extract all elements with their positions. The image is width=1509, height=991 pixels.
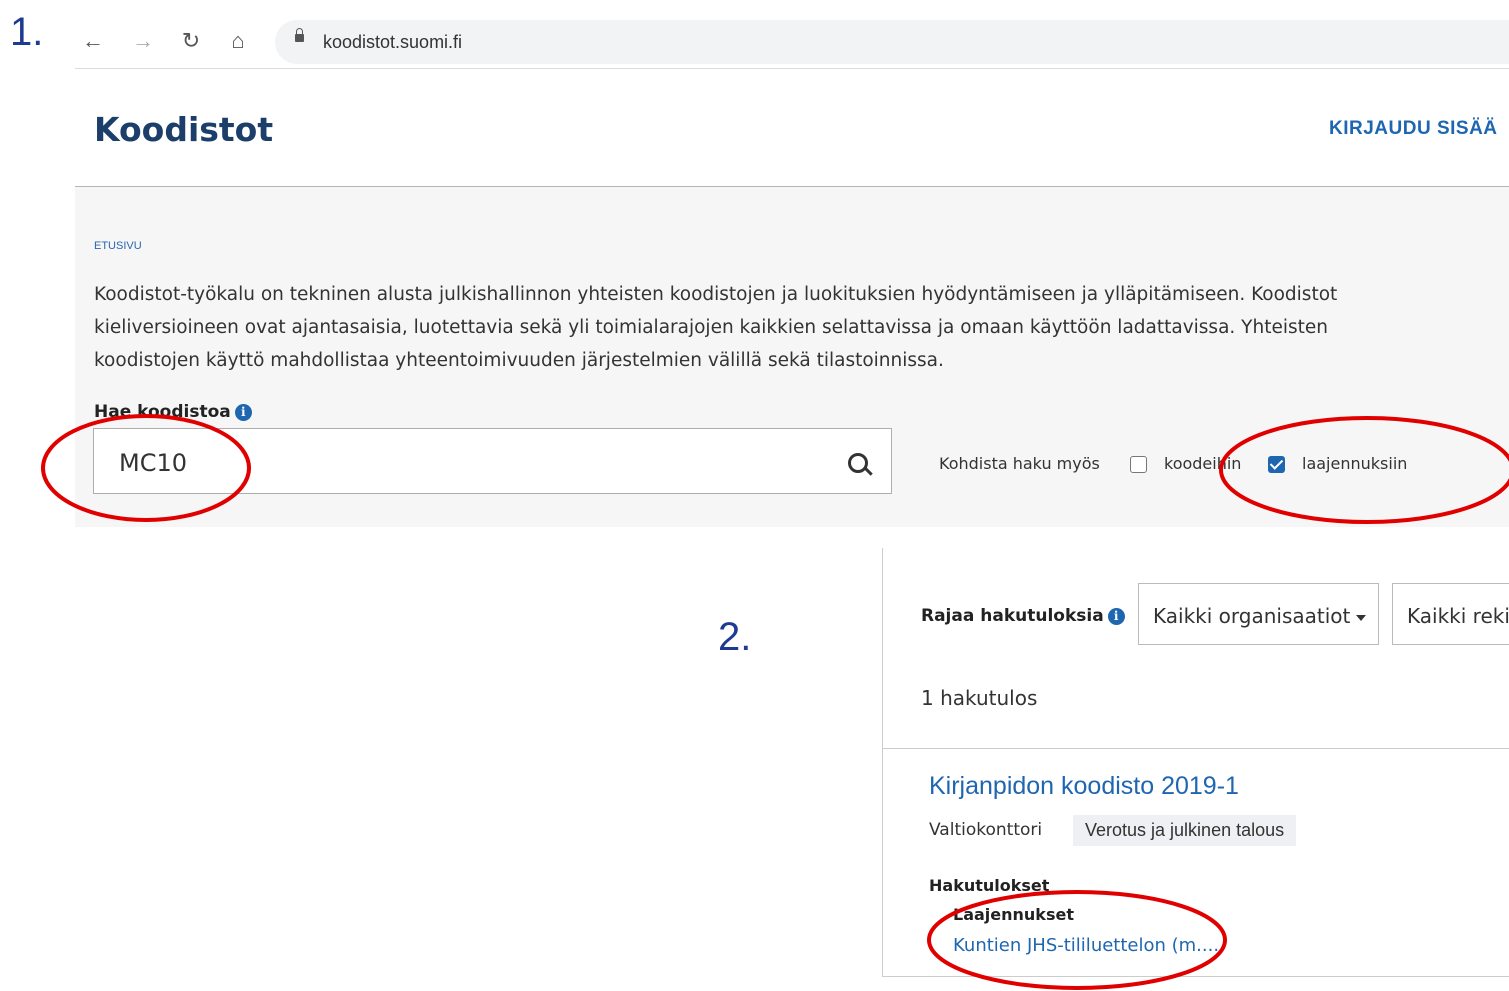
search-label: Hae koodistoa i <box>94 402 252 422</box>
reload-icon[interactable]: ↻ <box>178 26 204 56</box>
filter-label: Kohdista haku myös <box>939 454 1100 473</box>
hits-heading: Hakutulokset <box>929 876 1050 895</box>
toolbar-divider <box>75 68 1509 69</box>
result-title-link[interactable]: Kirjanpidon koodisto 2019-1 <box>929 772 1239 801</box>
step-number-2: 2. <box>718 615 752 659</box>
registry-dropdown-value: Kaikki rekis <box>1407 604 1509 628</box>
extensions-checkbox[interactable] <box>1268 456 1285 473</box>
search-input-value: MC10 <box>119 449 188 477</box>
filter-results-text: Rajaa hakutuloksia <box>921 606 1104 626</box>
login-link[interactable]: KIRJAUDU SISÄÄ <box>1329 118 1498 140</box>
hits-subheading: Laajennukset <box>953 905 1074 924</box>
step-number-1: 1. <box>10 10 44 54</box>
intro-line: koodistojen käyttö mahdollistaa yhteento… <box>94 350 944 371</box>
back-arrow-icon[interactable]: ← <box>80 26 106 56</box>
extension-hit-link[interactable]: Kuntien JHS-tililuettelon (m.... <box>953 935 1219 956</box>
codes-checkbox-label[interactable]: koodeihin <box>1164 454 1241 473</box>
organization-dropdown[interactable]: Kaikki organisaatiot <box>1138 583 1379 645</box>
search-input[interactable]: MC10 <box>93 428 892 494</box>
registry-dropdown[interactable]: Kaikki rekis <box>1392 583 1509 645</box>
chevron-down-icon <box>1356 614 1367 621</box>
info-icon[interactable]: i <box>1107 607 1125 625</box>
codes-checkbox[interactable] <box>1130 456 1147 473</box>
forward-arrow-icon[interactable]: → <box>130 26 156 56</box>
info-icon[interactable]: i <box>234 403 252 421</box>
address-bar[interactable]: koodistot.suomi.fi <box>275 20 1509 64</box>
extensions-checkbox-label[interactable]: laajennuksiin <box>1302 454 1407 473</box>
url-text: koodistot.suomi.fi <box>323 32 463 52</box>
organization-dropdown-value: Kaikki organisaatiot <box>1153 604 1351 628</box>
intro-line: Koodistot-työkalu on tekninen alusta jul… <box>94 284 1338 305</box>
breadcrumb[interactable]: ETUSIVU <box>94 240 142 252</box>
results-divider <box>883 748 1509 749</box>
site-title[interactable]: Koodistot <box>94 110 273 149</box>
filter-results-label: Rajaa hakutuloksia i <box>921 606 1125 626</box>
result-count: 1 hakutulos <box>921 686 1038 710</box>
intro-text: Koodistot-työkalu on tekninen alusta jul… <box>94 278 1494 377</box>
result-tag: Verotus ja julkinen talous <box>1073 815 1297 846</box>
results-panel: Rajaa hakutuloksia i Kaikki organisaatiot… <box>882 548 1509 977</box>
browser-toolbar: ← → ↻ ⌂ koodistot.suomi.fi <box>75 18 1509 68</box>
lock-icon <box>295 28 304 42</box>
search-label-text: Hae koodistoa <box>94 402 231 422</box>
search-icon[interactable] <box>848 453 868 473</box>
home-icon[interactable]: ⌂ <box>225 26 251 56</box>
result-organization: Valtiokonttori <box>929 820 1043 840</box>
intro-line: kieliversioineen ovat ajantasaisia, luot… <box>94 317 1328 338</box>
